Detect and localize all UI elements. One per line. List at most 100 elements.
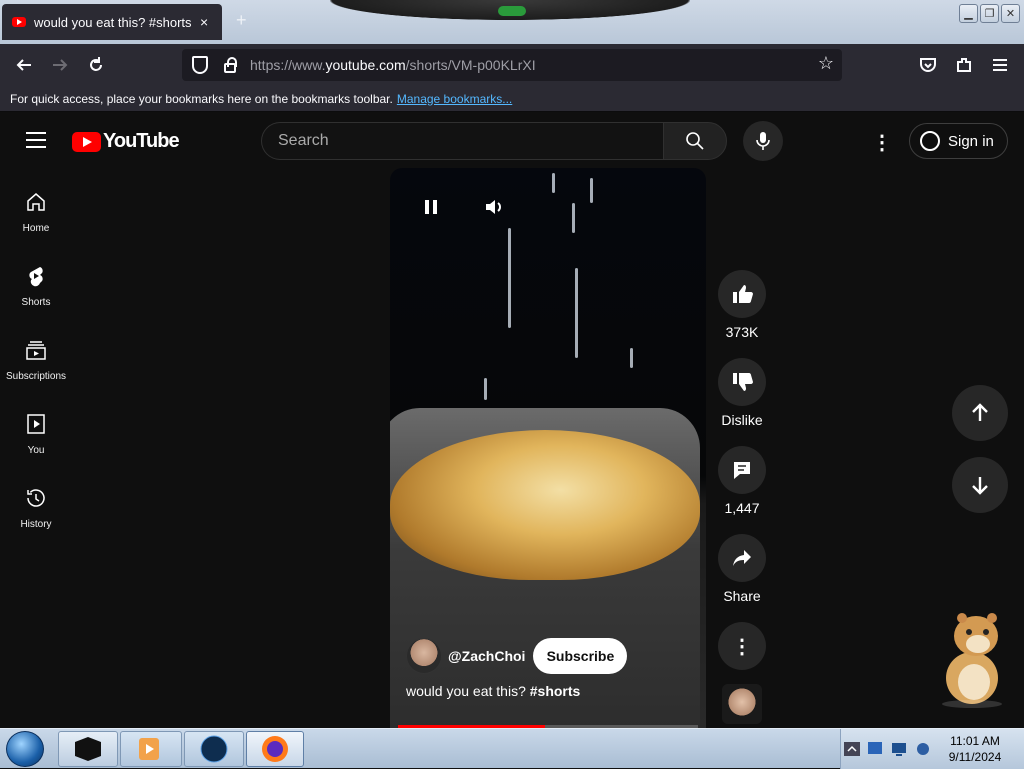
taskbar-app-media[interactable] <box>120 731 182 767</box>
subscribe-button[interactable]: Subscribe <box>533 638 628 674</box>
search-input[interactable]: Search <box>261 122 663 160</box>
clock-time: 11:01 AM <box>950 734 1000 748</box>
puzzle-icon <box>957 58 971 72</box>
share-label: Share <box>723 588 761 604</box>
hashtag-link[interactable]: #shorts <box>530 683 581 699</box>
sidebar-item-you[interactable]: You <box>0 412 72 456</box>
taskbar-app-globe[interactable] <box>184 731 244 767</box>
arrow-up-icon <box>972 403 988 421</box>
more-actions-button[interactable]: ⋮ <box>718 622 766 676</box>
history-icon <box>27 489 45 507</box>
url-text[interactable]: https://www.youtube.com/shorts/VM-p00KLr… <box>250 57 536 73</box>
dislike-label: Dislike <box>721 412 763 428</box>
arrow-down-icon <box>972 477 988 495</box>
browser-navbar: https://www.youtube.com/shorts/VM-p00KLr… <box>0 44 1024 86</box>
forward-button[interactable] <box>47 52 73 78</box>
sidebar-item-label: Shorts <box>21 297 51 308</box>
network-icon <box>868 742 882 754</box>
reload-icon <box>90 57 102 71</box>
user-circle-icon <box>920 131 940 151</box>
bookmark-star-icon[interactable]: ☆ <box>818 53 834 74</box>
next-short-button[interactable] <box>952 457 1008 513</box>
sidebar-item-label: History <box>20 519 52 530</box>
search-button[interactable] <box>663 122 727 160</box>
you-icon <box>27 414 45 434</box>
pause-button[interactable] <box>421 197 441 223</box>
webcam-led <box>498 6 526 16</box>
channel-avatar-thumbnail[interactable] <box>722 684 762 724</box>
extensions-button[interactable] <box>951 52 977 78</box>
sign-in-label: Sign in <box>948 132 994 150</box>
pocket-button[interactable] <box>915 52 941 78</box>
start-button[interactable] <box>6 731 44 767</box>
comment-count: 1,447 <box>724 500 760 516</box>
pause-icon <box>425 200 437 214</box>
restore-button[interactable]: ❐ <box>980 4 999 23</box>
comments-button[interactable]: 1,447 <box>718 446 766 516</box>
clock-date: 9/11/2024 <box>948 750 1002 764</box>
window-titlebar: would you eat this? #shorts - YouTube × … <box>0 0 1024 44</box>
share-button[interactable]: Share <box>718 534 766 604</box>
dislike-button[interactable]: Dislike <box>718 358 766 428</box>
taskbar-clock[interactable]: 11:01 AM 9/11/2024 <box>940 733 1010 765</box>
youtube-header: YouTube Search ⋮ Sign in <box>0 112 1024 168</box>
arrow-right-icon <box>53 59 68 71</box>
comment-icon <box>734 462 750 479</box>
cube-icon <box>75 737 101 761</box>
taskbar-app-black-box[interactable] <box>58 731 118 767</box>
youtube-play-icon <box>72 131 101 152</box>
menu-button[interactable] <box>987 52 1013 78</box>
guide-menu-button[interactable] <box>26 132 46 148</box>
like-count: 373K <box>725 324 759 340</box>
microphone-icon <box>756 132 770 150</box>
channel-name[interactable]: @ZachChoi <box>448 648 525 664</box>
home-icon <box>27 193 45 211</box>
media-player-icon <box>139 738 159 760</box>
like-button[interactable]: 373K <box>718 270 766 340</box>
sidebar-item-label: You <box>27 445 45 456</box>
voice-search-button[interactable] <box>743 121 783 161</box>
hamster-desktop-pet[interactable] <box>936 608 1008 708</box>
youtube-favicon-icon <box>12 17 26 27</box>
sidebar-item-home[interactable]: Home <box>0 190 72 234</box>
lock-icon[interactable] <box>224 57 237 73</box>
globe-icon <box>200 735 228 763</box>
channel-avatar[interactable] <box>406 638 442 674</box>
browser-tab-active[interactable]: would you eat this? #shorts - YouTube × <box>2 4 222 40</box>
thumbs-down-icon <box>733 373 753 391</box>
hamburger-menu-icon <box>993 59 1007 71</box>
search-icon <box>686 132 704 150</box>
pocket-icon <box>920 58 936 72</box>
volume-tray-icon <box>917 743 929 755</box>
url-bar[interactable]: https://www.youtube.com/shorts/VM-p00KLr… <box>182 49 842 81</box>
windows-taskbar: 11:01 AM 9/11/2024 <box>0 728 1024 769</box>
taskbar-app-firefox[interactable] <box>246 731 304 767</box>
share-arrow-icon <box>733 550 751 566</box>
bookmarks-hint: For quick access, place your bookmarks h… <box>10 91 393 106</box>
minimize-button[interactable]: ▁ <box>959 4 978 23</box>
volume-button[interactable] <box>484 197 508 223</box>
reload-button[interactable] <box>83 52 109 78</box>
new-tab-button[interactable]: + <box>236 10 247 31</box>
youtube-logo-text: YouTube <box>103 130 180 152</box>
youtube-logo[interactable]: YouTube <box>72 130 180 153</box>
arrow-left-icon <box>16 59 31 71</box>
shorts-icon <box>29 267 43 287</box>
sign-in-button[interactable]: Sign in <box>909 123 1008 159</box>
close-window-button[interactable]: ✕ <box>1001 4 1020 23</box>
firefox-icon <box>262 736 288 762</box>
tracking-protection-icon[interactable] <box>192 56 208 74</box>
window-controls: ▁ ❐ ✕ <box>959 4 1020 23</box>
sidebar-item-subscriptions[interactable]: Subscriptions <box>0 338 72 382</box>
manage-bookmarks-link[interactable]: Manage bookmarks... <box>397 92 512 106</box>
sidebar-item-label: Home <box>22 223 50 234</box>
subscriptions-icon <box>26 341 46 360</box>
more-vertical-icon: ⋮ <box>732 635 752 658</box>
sidebar-item-history[interactable]: History <box>0 486 72 530</box>
channel-row: @ZachChoi Subscribe <box>406 638 628 674</box>
back-button[interactable] <box>11 52 37 78</box>
settings-kebab-icon[interactable]: ⋮ <box>872 130 892 155</box>
sidebar-item-shorts[interactable]: Shorts <box>0 264 72 308</box>
previous-short-button[interactable] <box>952 385 1008 441</box>
tab-close-icon[interactable]: × <box>200 14 208 30</box>
